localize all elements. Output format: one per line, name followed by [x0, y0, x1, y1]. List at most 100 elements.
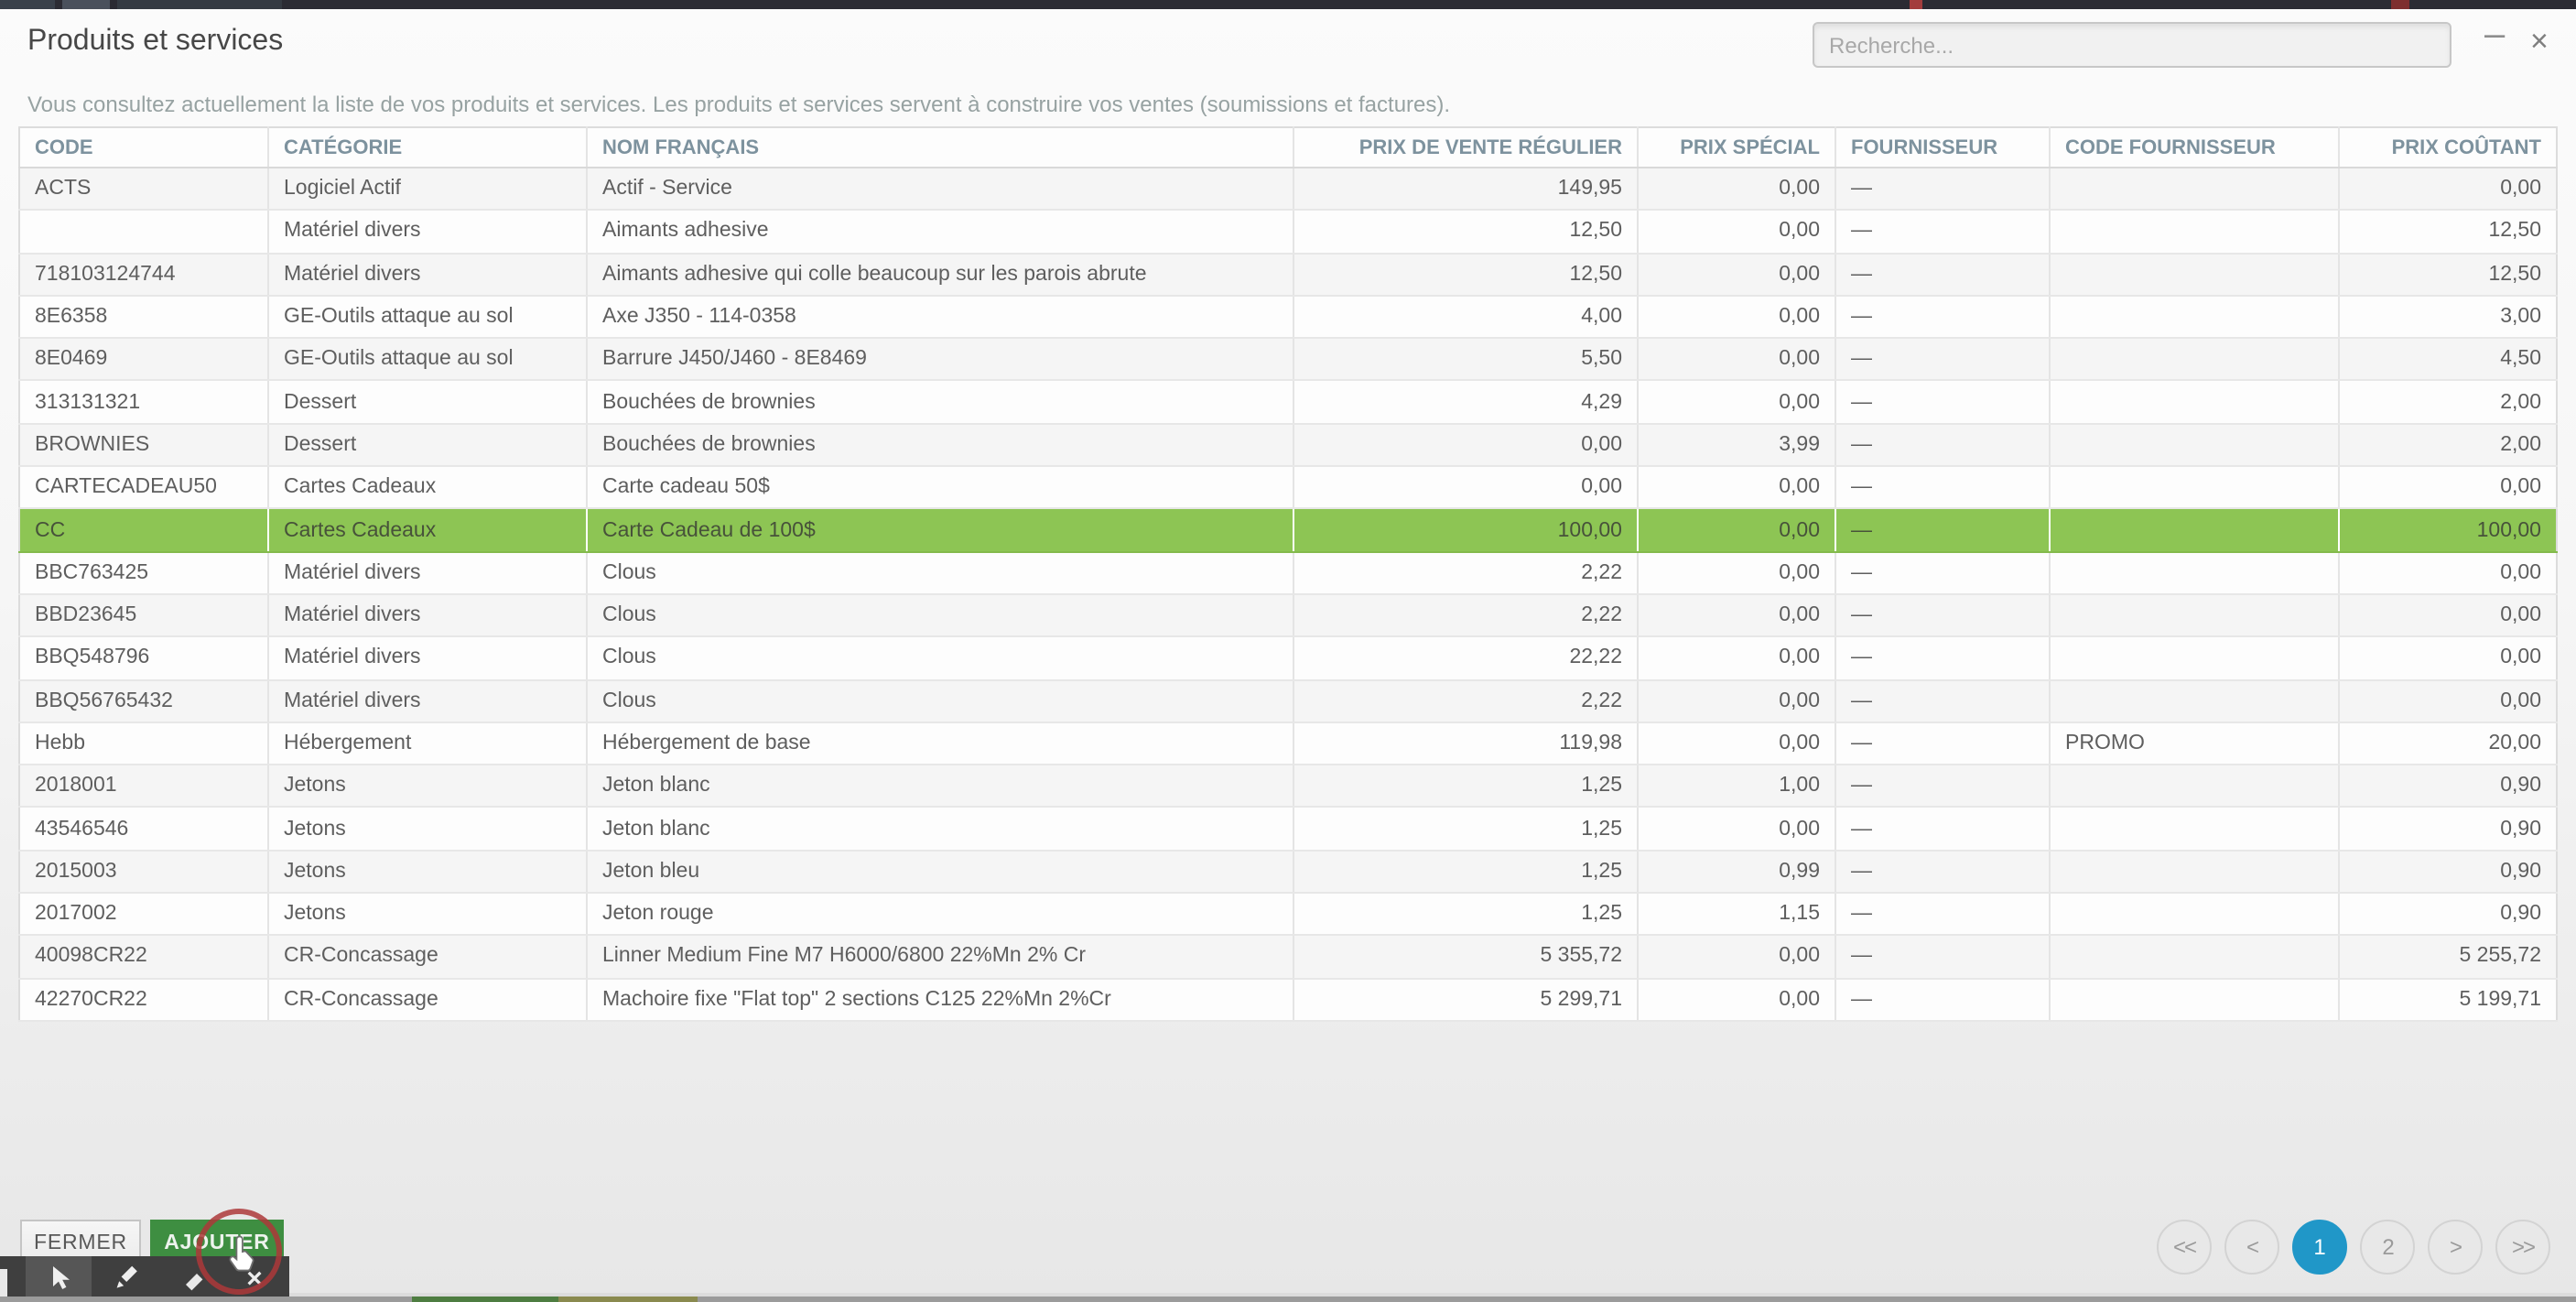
- cell-nom_francais: Clous: [587, 636, 1294, 681]
- cell-prix_special: 0,00: [1638, 679, 1836, 723]
- column-header-code[interactable]: CODE: [19, 127, 269, 168]
- column-header-code_fournisseur[interactable]: CODE FOURNISSEUR: [2050, 127, 2340, 168]
- table-row[interactable]: CC Cartes Cadeaux Carte Cadeau de 100$ 100,…: [19, 508, 2557, 553]
- cell-categorie: GE-Outils attaque au sol: [268, 338, 588, 382]
- cell-nom_francais: Jeton bleu: [587, 850, 1294, 895]
- close-annotation-icon[interactable]: ×: [240, 1263, 269, 1294]
- table-row[interactable]: 42270CR22 CR-Concassage Machoire fixe "Fla…: [19, 978, 2557, 1022]
- table-row[interactable]: 718103124744 Matériel divers Aimants adhes…: [19, 253, 2557, 297]
- cell-code: BROWNIES: [19, 423, 269, 468]
- cell-prix_special: 0,00: [1638, 253, 1836, 297]
- pagination-page-2[interactable]: 2: [2360, 1220, 2415, 1275]
- pagination-next-page[interactable]: >: [2428, 1220, 2483, 1275]
- table-row[interactable]: BBQ56765432 Matériel divers Clous 2,22 0,00—…: [19, 679, 2557, 723]
- table-row[interactable]: 8E6358 GE-Outils attaque au sol Axe J350 -…: [19, 295, 2557, 340]
- cell-nom_francais: Actif - Service: [587, 168, 1294, 212]
- cell-nom_francais: Carte Cadeau de 100$: [587, 508, 1294, 553]
- table-row[interactable]: ACTS Logiciel Actif Actif - Service 149,95 0…: [19, 168, 2557, 212]
- table-row[interactable]: Matériel divers Aimants adhesive 12,50 0,00…: [19, 210, 2557, 255]
- search-input[interactable]: [1813, 22, 2452, 68]
- cell-prix_coutant: 5 199,71: [2339, 978, 2557, 1022]
- cell-prix_special: 3,99: [1638, 423, 1836, 468]
- cell-code: CARTECADEAU50: [19, 466, 269, 510]
- background-tab-accent: [1910, 0, 1922, 9]
- column-header-fournisseur[interactable]: FOURNISSEUR: [1835, 127, 2051, 168]
- cell-fournisseur: —: [1835, 893, 2051, 937]
- cell-fournisseur: —: [1835, 380, 2051, 425]
- cell-code: 40098CR22: [19, 935, 269, 980]
- pagination-last-page[interactable]: >>: [2495, 1220, 2550, 1275]
- cell-prix_special: 0,00: [1638, 338, 1836, 382]
- table-row[interactable]: 2018001 Jetons Jeton blanc 1,25 1,00— 0,90: [19, 765, 2557, 808]
- table-row[interactable]: 8E0469 GE-Outils attaque au sol Barrure J4…: [19, 338, 2557, 382]
- table-row[interactable]: 43546546 Jetons Jeton blanc 1,25 0,00— 0,90: [19, 807, 2557, 852]
- cell-nom_francais: Linner Medium Fine M7 H6000/6800 22%Mn 2…: [587, 935, 1294, 980]
- cell-prix_coutant: 12,50: [2339, 210, 2557, 255]
- column-header-prix_vente_regulier[interactable]: PRIX DE VENTE RÉGULIER: [1293, 127, 1639, 168]
- table-row[interactable]: BBD23645 Matériel divers Clous 2,22 0,00—0,0…: [19, 593, 2557, 638]
- column-header-categorie[interactable]: CATÉGORIE: [268, 127, 588, 168]
- page-edge-accent-olive: [558, 1297, 698, 1302]
- table-row[interactable]: CARTECADEAU50 Cartes Cadeaux Carte cadeau …: [19, 466, 2557, 510]
- close-icon[interactable]: ×: [2530, 26, 2549, 57]
- cell-fournisseur: —: [1835, 722, 2051, 766]
- cell-prix_coutant: 0,00: [2339, 168, 2557, 212]
- column-header-prix_special[interactable]: PRIX SPÉCIAL: [1638, 127, 1836, 168]
- minimize-icon[interactable]: –: [2484, 16, 2505, 53]
- cell-prix_coutant: 0,00: [2339, 551, 2557, 595]
- table-row[interactable]: BBQ548796 Matériel divers Clous 22,22 0,00—0…: [19, 636, 2557, 681]
- background-tab: [62, 0, 110, 9]
- cell-prix_vente_regulier: 2,22: [1293, 679, 1639, 723]
- cell-nom_francais: Barrure J450/J460 - 8E8469: [587, 338, 1294, 382]
- cell-code: [19, 210, 269, 255]
- page-edge-accent-green: [412, 1297, 558, 1302]
- column-header-nom_francais[interactable]: NOM FRANÇAIS: [587, 127, 1294, 168]
- background-tab-accent: [2391, 0, 2409, 9]
- cell-prix_vente_regulier: 1,25: [1293, 765, 1639, 808]
- table-row[interactable]: BROWNIES Dessert Bouchées de brownies 0,00 3…: [19, 423, 2557, 468]
- cell-prix_vente_regulier: 149,95: [1293, 168, 1639, 212]
- pagination-prev-page[interactable]: <: [2224, 1220, 2279, 1275]
- cell-code_fournisseur: [2050, 593, 2340, 638]
- pagination: << <1 2 > >>: [2157, 1220, 2550, 1275]
- cell-prix_special: 0,99: [1638, 850, 1836, 895]
- arrow-cursor-icon[interactable]: [46, 1264, 75, 1293]
- table-row[interactable]: 313131321 Dessert Bouchées de brownies 4,29…: [19, 380, 2557, 425]
- cell-categorie: GE-Outils attaque au sol: [268, 295, 588, 340]
- cell-prix_coutant: 3,00: [2339, 295, 2557, 340]
- eraser-icon[interactable]: [176, 1264, 205, 1293]
- page-subtitle: Vous consultez actuellement la liste de …: [27, 92, 1451, 117]
- cell-fournisseur: —: [1835, 850, 2051, 895]
- table-row[interactable]: 2015003 Jetons Jeton bleu 1,25 0,99— 0,90: [19, 850, 2557, 895]
- cell-code: CC: [19, 508, 269, 553]
- pagination-first-page[interactable]: <<: [2157, 1220, 2212, 1275]
- cell-prix_special: 0,00: [1638, 295, 1836, 340]
- cell-prix_vente_regulier: 0,00: [1293, 423, 1639, 468]
- products-table: CODE CATÉGORIE NOM FRANÇAIS PRIX DE VENTE R…: [18, 126, 2558, 1022]
- table-row[interactable]: BBC763425 Matériel divers Clous 2,22 0,00—0,…: [19, 551, 2557, 595]
- cell-prix_special: 0,00: [1638, 551, 1836, 595]
- cell-fournisseur: —: [1835, 765, 2051, 808]
- cell-fournisseur: —: [1835, 679, 2051, 723]
- cell-categorie: Cartes Cadeaux: [268, 466, 588, 510]
- pencil-icon[interactable]: [112, 1264, 141, 1293]
- cell-nom_francais: Jeton blanc: [587, 807, 1294, 852]
- cell-code_fournisseur: [2050, 636, 2340, 681]
- cell-prix_vente_regulier: 5,50: [1293, 338, 1639, 382]
- cell-prix_coutant: 20,00: [2339, 722, 2557, 766]
- cell-fournisseur: —: [1835, 210, 2051, 255]
- table-row[interactable]: 40098CR22 CR-Concassage Linner Medium Fine…: [19, 935, 2557, 980]
- table-row[interactable]: Hebb Hébergement Hébergement de base 119,98…: [19, 722, 2557, 766]
- cell-prix_special: 0,00: [1638, 508, 1836, 553]
- cell-prix_coutant: 2,00: [2339, 380, 2557, 425]
- cell-categorie: Cartes Cadeaux: [268, 508, 588, 553]
- cell-code_fournisseur: [2050, 295, 2340, 340]
- cell-prix_vente_regulier: 22,22: [1293, 636, 1639, 681]
- pagination-page-1[interactable]: 1: [2292, 1220, 2347, 1275]
- cell-prix_coutant: 0,90: [2339, 850, 2557, 895]
- browser-tab-strip: [0, 0, 2576, 9]
- table-row[interactable]: 2017002 Jetons Jeton rouge 1,25 1,15— 0,90: [19, 893, 2557, 937]
- cell-nom_francais: Clous: [587, 679, 1294, 723]
- cell-prix_special: 1,15: [1638, 893, 1836, 937]
- column-header-prix_coutant[interactable]: PRIX COÛTANT: [2339, 127, 2557, 168]
